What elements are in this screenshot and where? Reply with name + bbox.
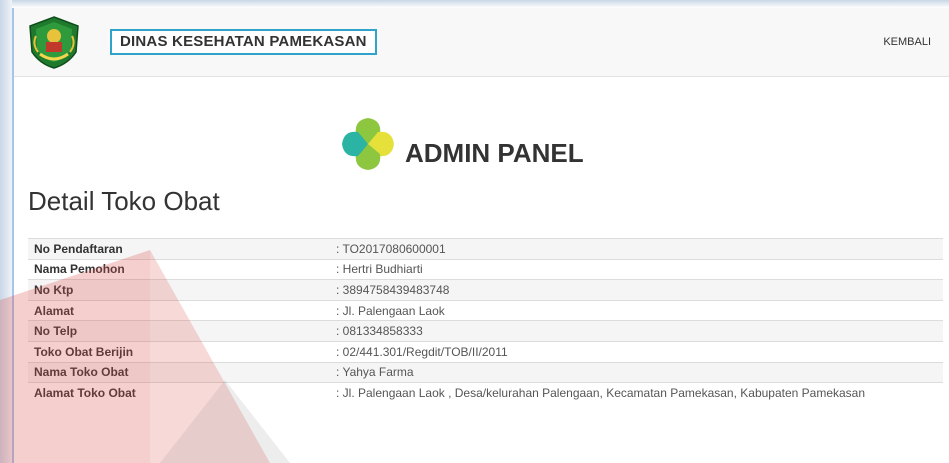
field-value: : Yahya Farma	[330, 361, 943, 383]
admin-panel-title: ADMIN PANEL	[405, 138, 584, 168]
top-navbar: DINAS KESEHATAN PAMEKASAN KEMBALI	[14, 8, 949, 77]
field-value: : Hertri Budhiarti	[330, 258, 943, 280]
field-label: Toko Obat Berijin	[28, 340, 330, 363]
field-label: Nama Toko Obat	[28, 361, 330, 383]
table-row: Toko Obat Berijin : 02/441.301/Regdit/TO…	[28, 340, 943, 363]
field-label: No Ktp	[28, 279, 330, 301]
field-label: Alamat Toko Obat	[28, 382, 330, 403]
field-value: : Jl. Palengaan Laok	[330, 299, 943, 321]
field-label: No Pendaftaran	[28, 238, 330, 260]
window-left-edge	[0, 0, 12, 463]
table-row: Alamat : Jl. Palengaan Laok	[28, 299, 943, 321]
pamekasan-emblem-logo	[26, 14, 82, 70]
field-value: : 081334858333	[330, 320, 943, 342]
app-brand-title[interactable]: DINAS KESEHATAN PAMEKASAN	[110, 29, 377, 55]
detail-table: No Pendaftaran : TO2017080600001 Nama Pe…	[28, 238, 943, 403]
table-row: No Telp : 081334858333	[28, 320, 943, 342]
field-value: : TO2017080600001	[330, 238, 943, 260]
field-value: : 3894758439483748	[330, 279, 943, 301]
field-label: No Telp	[28, 320, 330, 342]
field-value: : Jl. Palengaan Laok , Desa/kelurahan Pa…	[330, 382, 943, 403]
field-label: Alamat	[28, 299, 330, 321]
back-link[interactable]: KEMBALI	[883, 36, 931, 48]
table-row: No Pendaftaran : TO2017080600001	[28, 238, 943, 260]
table-row: Nama Toko Obat : Yahya Farma	[28, 361, 943, 383]
medical-cross-logo-icon	[338, 114, 398, 174]
field-value: : 02/441.301/Regdit/TOB/II/2011	[330, 340, 943, 363]
window-top-edge	[0, 0, 949, 8]
table-row: Alamat Toko Obat : Jl. Palengaan Laok , …	[28, 382, 943, 403]
table-row: No Ktp : 3894758439483748	[28, 279, 943, 301]
table-row: Nama Pemohon : Hertri Budhiarti	[28, 258, 943, 280]
field-label: Nama Pemohon	[28, 258, 330, 280]
page-title: Detail Toko Obat	[28, 186, 220, 216]
